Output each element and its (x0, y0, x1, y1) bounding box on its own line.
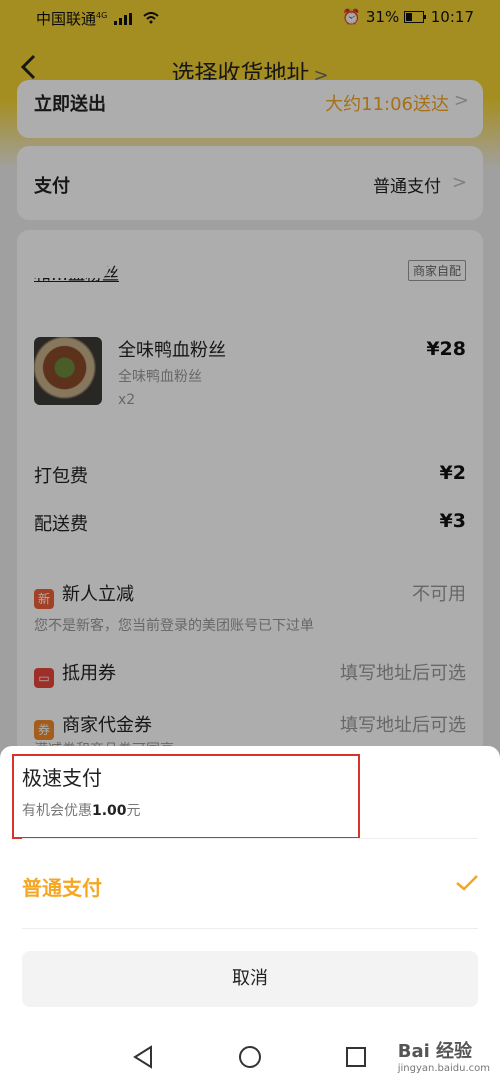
checkmark-icon (456, 875, 478, 891)
highlight-box (12, 754, 360, 839)
cancel-button[interactable]: 取消 (22, 951, 478, 1007)
recents-icon[interactable] (345, 1046, 367, 1068)
back-icon[interactable] (132, 1045, 154, 1069)
normal-pay-option[interactable]: 普通支付 (22, 872, 102, 901)
home-icon[interactable] (238, 1045, 262, 1069)
watermark: Bai 经验 jingyan.baidu.com (397, 1041, 490, 1074)
divider (22, 928, 478, 929)
divider (22, 838, 478, 839)
